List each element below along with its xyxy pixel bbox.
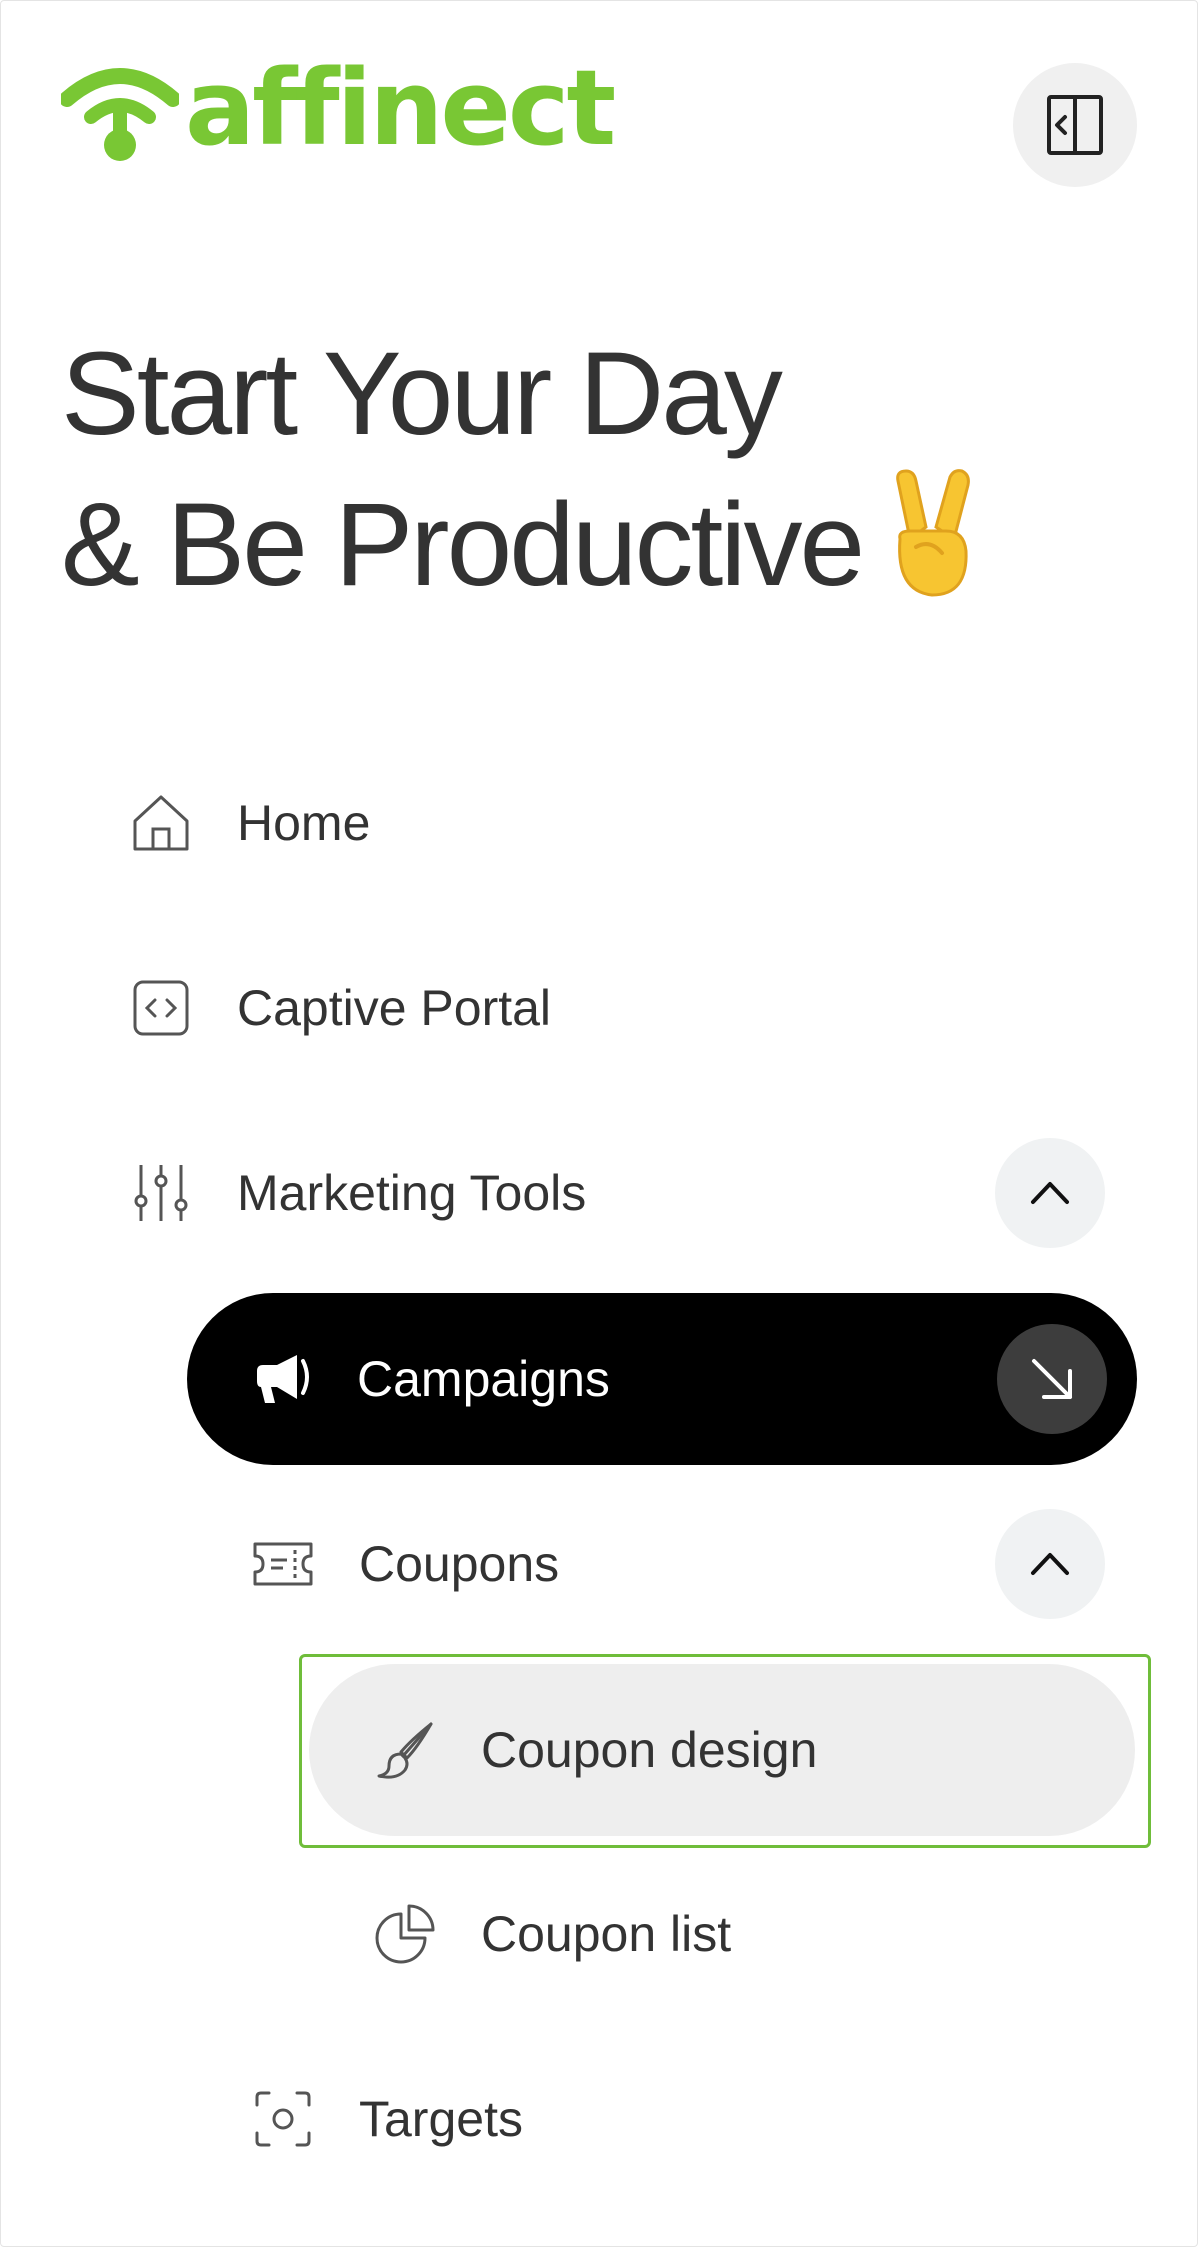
campaigns-open-button[interactable] bbox=[997, 1324, 1107, 1434]
coupons-collapse-button[interactable] bbox=[995, 1509, 1105, 1619]
code-brackets-icon bbox=[129, 976, 193, 1040]
nav-label-campaigns: Campaigns bbox=[357, 1351, 610, 1407]
greeting-line-2-wrapper: & Be Productive bbox=[61, 469, 980, 634]
sliders-icon bbox=[129, 1161, 193, 1225]
nav-item-coupon-design[interactable]: Coupon design bbox=[309, 1664, 1135, 1836]
nav-item-marketing-tools[interactable]: Marketing Tools bbox=[129, 1141, 586, 1245]
nav-label-coupon-design: Coupon design bbox=[481, 1722, 818, 1778]
nav-label-captive-portal: Captive Portal bbox=[237, 980, 552, 1036]
pie-chart-icon bbox=[373, 1902, 437, 1966]
nav-item-home[interactable]: Home bbox=[129, 771, 370, 875]
sidebar-panel: affinect Start Your Day & Be Productive … bbox=[0, 0, 1198, 2247]
wifi-signal-icon bbox=[61, 68, 179, 161]
nav-item-campaigns[interactable]: Campaigns bbox=[187, 1293, 1137, 1465]
nav-item-captive-portal[interactable]: Captive Portal bbox=[129, 956, 551, 1060]
nav-item-coupon-list[interactable]: Coupon list bbox=[373, 1882, 731, 1986]
marketing-tools-collapse-button[interactable] bbox=[995, 1138, 1105, 1248]
greeting-heading: Start Your Day & Be Productive bbox=[61, 319, 980, 634]
home-icon bbox=[129, 791, 193, 855]
collapse-sidebar-button[interactable] bbox=[1013, 63, 1137, 187]
nav-label-coupons: Coupons bbox=[359, 1536, 560, 1592]
megaphone-icon bbox=[251, 1347, 315, 1411]
chevron-up-icon bbox=[1031, 1553, 1069, 1575]
arrow-down-right-icon bbox=[1032, 1359, 1072, 1399]
brand-logo[interactable]: affinect bbox=[61, 47, 616, 169]
brand-name: affinect bbox=[185, 47, 616, 169]
nav-label-marketing-tools: Marketing Tools bbox=[237, 1165, 587, 1221]
target-scan-icon bbox=[251, 2087, 315, 2151]
nav-label-targets: Targets bbox=[359, 2091, 523, 2147]
nav-label-home: Home bbox=[237, 795, 371, 851]
paintbrush-icon bbox=[373, 1718, 437, 1782]
nav-item-coupons[interactable]: Coupons bbox=[251, 1512, 559, 1616]
sidebar-collapse-icon bbox=[1047, 95, 1103, 155]
nav-item-targets[interactable]: Targets bbox=[251, 2067, 523, 2171]
victory-hand-emoji bbox=[880, 469, 980, 634]
greeting-line-1: Start Your Day bbox=[61, 328, 783, 460]
greeting-line-2: & Be Productive bbox=[61, 479, 865, 611]
chevron-up-icon bbox=[1031, 1182, 1069, 1204]
nav-label-coupon-list: Coupon list bbox=[481, 1906, 732, 1962]
ticket-icon bbox=[251, 1532, 315, 1596]
